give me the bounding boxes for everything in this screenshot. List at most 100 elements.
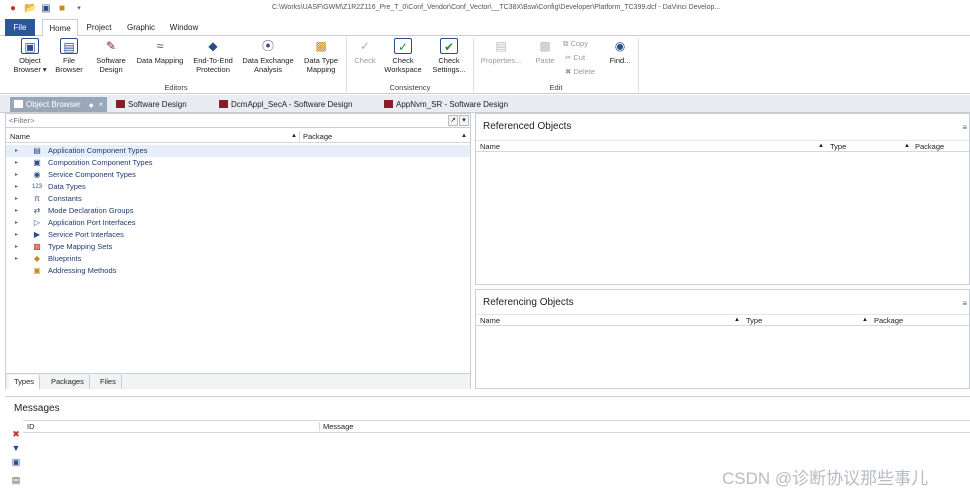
sort-ascending-icon: ▲: [818, 143, 824, 149]
tree-item-service-component-types[interactable]: ▸ ◉ Service Component Types: [6, 169, 470, 181]
save-icon[interactable]: ▣: [40, 3, 52, 15]
tab-dcmappl-seca[interactable]: DcmAppl_SecA - Software Design: [215, 97, 375, 112]
tree-item-application-port-interfaces[interactable]: ▸ ▷ Application Port Interfaces: [6, 217, 470, 229]
sort-ascending-icon: ▲: [291, 133, 297, 139]
expand-icon[interactable]: ▸: [15, 145, 18, 157]
data-mapping-button[interactable]: ≈ Data Mapping: [133, 38, 187, 65]
column-separator[interactable]: [299, 131, 300, 143]
close-icon[interactable]: ×: [99, 100, 104, 109]
check-button[interactable]: ✓ Check: [350, 38, 380, 65]
tab-project[interactable]: Project: [84, 19, 114, 36]
paste-button[interactable]: ▩ Paste: [531, 38, 559, 65]
open-icon[interactable]: 📂: [24, 3, 36, 15]
column-message[interactable]: Message: [319, 422, 353, 431]
save-icon[interactable]: ▣: [11, 457, 21, 467]
watermark: CSDN @诊断协议那些事儿: [722, 469, 929, 488]
object-browser-button[interactable]: ▣ Object Browser ▾: [8, 38, 52, 74]
check-settings-button[interactable]: ✔ Check Settings...: [428, 38, 470, 74]
data-type-mapping-button[interactable]: ▩ Data Type Mapping: [300, 38, 342, 74]
data-exchange-analysis-button[interactable]: ⦿ Data Exchange Analysis: [240, 38, 296, 74]
document-tab-bar: Object Browser ◆ × Software Design DcmAp…: [0, 95, 970, 113]
tab-object-browser[interactable]: Object Browser ◆ ×: [10, 97, 107, 112]
editors-group-label: Editors: [164, 83, 188, 92]
filter-input[interactable]: [6, 114, 436, 127]
cut-button[interactable]: ✂ Cut: [565, 53, 585, 62]
quick-access-dropdown-icon[interactable]: ▾: [73, 3, 85, 15]
column-name[interactable]: Name: [10, 132, 30, 141]
check-workspace-button[interactable]: ✓ Check Workspace: [382, 38, 424, 74]
properties-button[interactable]: ▤ Properties...: [478, 38, 524, 65]
type-mapping-icon: ▩: [33, 242, 41, 251]
cut-icon: ✂: [565, 53, 572, 62]
file-browser-button[interactable]: ▤ File Browser: [52, 38, 86, 74]
column-name[interactable]: Name: [480, 316, 500, 325]
data-mapping-icon: ≈: [156, 39, 164, 53]
mode-declaration-icon: ⇄: [33, 206, 41, 215]
tab-software-design[interactable]: Software Design: [112, 97, 208, 112]
pin-icon[interactable]: ≡: [962, 299, 967, 308]
tree-item-addressing-methods[interactable]: ▣ Addressing Methods: [6, 265, 470, 277]
consistency-group-label: Consistency: [389, 83, 431, 92]
tree-item-type-mapping-sets[interactable]: ▸ ▩ Type Mapping Sets: [6, 241, 470, 253]
copy-button[interactable]: ⧉ Copy: [563, 39, 588, 49]
data-types-icon: 123: [32, 184, 43, 190]
app-icon: ●: [9, 3, 17, 14]
filter-dropdown-icon[interactable]: ▾: [459, 115, 469, 126]
column-package[interactable]: Package: [874, 316, 903, 325]
expand-icon[interactable]: ▸: [15, 193, 18, 205]
expand-icon[interactable]: ▸: [15, 205, 18, 217]
tab-home[interactable]: Home: [42, 19, 78, 37]
filter-apply-icon[interactable]: ↗: [448, 115, 458, 126]
sort-ascending-icon: ▲: [862, 317, 868, 323]
expand-icon[interactable]: ▸: [15, 157, 18, 169]
service-component-icon: ◉: [33, 170, 41, 179]
tab-types[interactable]: Types: [9, 375, 41, 389]
expand-icon[interactable]: ▸: [15, 253, 18, 265]
referenced-objects-title: Referenced Objects: [483, 121, 572, 132]
addressing-methods-icon: ▣: [33, 266, 41, 275]
find-button[interactable]: ◉ Find...: [606, 38, 634, 65]
copy-messages-icon[interactable]: ▤: [11, 475, 21, 485]
expand-icon[interactable]: ▸: [15, 181, 18, 193]
column-id[interactable]: ID: [27, 422, 35, 431]
file-browser-icon: ▤: [60, 38, 78, 54]
filter-icon[interactable]: ▼: [11, 443, 21, 453]
tree-item-mode-declaration-groups[interactable]: ▸ ⇄ Mode Declaration Groups: [6, 205, 470, 217]
column-package[interactable]: Package: [915, 142, 944, 151]
check-settings-icon: ✔: [440, 38, 458, 54]
column-type[interactable]: Type: [746, 316, 762, 325]
referenced-objects-panel: Referenced Objects ≡ Name ▲ Type ▲ Packa…: [475, 113, 970, 285]
tree-item-blueprints[interactable]: ▸ ◆ Blueprints: [6, 253, 470, 265]
object-browser-header: Name ▲ Package ▲: [6, 131, 470, 143]
expand-icon[interactable]: ▸: [15, 217, 18, 229]
tab-file[interactable]: File: [5, 19, 35, 36]
tab-window[interactable]: Window: [167, 19, 201, 36]
pin-icon[interactable]: ≡: [962, 123, 967, 132]
shield-icon: ◆: [208, 39, 218, 53]
object-browser-icon: ▣: [21, 38, 39, 54]
expand-icon[interactable]: ▸: [15, 169, 18, 181]
tree-item-composition-component-types[interactable]: ▸ ▣ Composition Component Types: [6, 157, 470, 169]
column-package[interactable]: Package: [303, 132, 332, 141]
column-type[interactable]: Type: [830, 142, 846, 151]
expand-icon[interactable]: ▸: [15, 229, 18, 241]
tree-item-service-port-interfaces[interactable]: ▸ ▶ Service Port Interfaces: [6, 229, 470, 241]
tree-item-data-types[interactable]: ▸ 123 Data Types: [6, 181, 470, 193]
expand-icon[interactable]: ▸: [15, 241, 18, 253]
tree-item-application-component-types[interactable]: ▸ ▤ Application Component Types: [6, 145, 470, 157]
paste-icon: ▩: [539, 39, 551, 53]
tab-packages[interactable]: Packages: [46, 375, 90, 389]
end-to-end-protection-button[interactable]: ◆ End-To-End Protection: [190, 38, 236, 74]
object-browser-icon: [14, 100, 23, 108]
clear-messages-icon[interactable]: ✖: [11, 429, 21, 439]
tab-files[interactable]: Files: [95, 375, 122, 389]
delete-button[interactable]: ✖ Delete: [565, 67, 595, 76]
pin-icon[interactable]: ◆: [89, 103, 94, 109]
tab-appnvm-sr[interactable]: AppNvm_SR - Software Design: [380, 97, 530, 112]
folder-icon[interactable]: ■: [56, 3, 68, 15]
software-design-button[interactable]: ✎ Software Design: [92, 38, 130, 74]
tree-item-constants[interactable]: ▸ π Constants: [6, 193, 470, 205]
tab-graphic[interactable]: Graphic: [124, 19, 158, 36]
column-name[interactable]: Name: [480, 142, 500, 151]
ribbon-separator: [638, 38, 639, 92]
